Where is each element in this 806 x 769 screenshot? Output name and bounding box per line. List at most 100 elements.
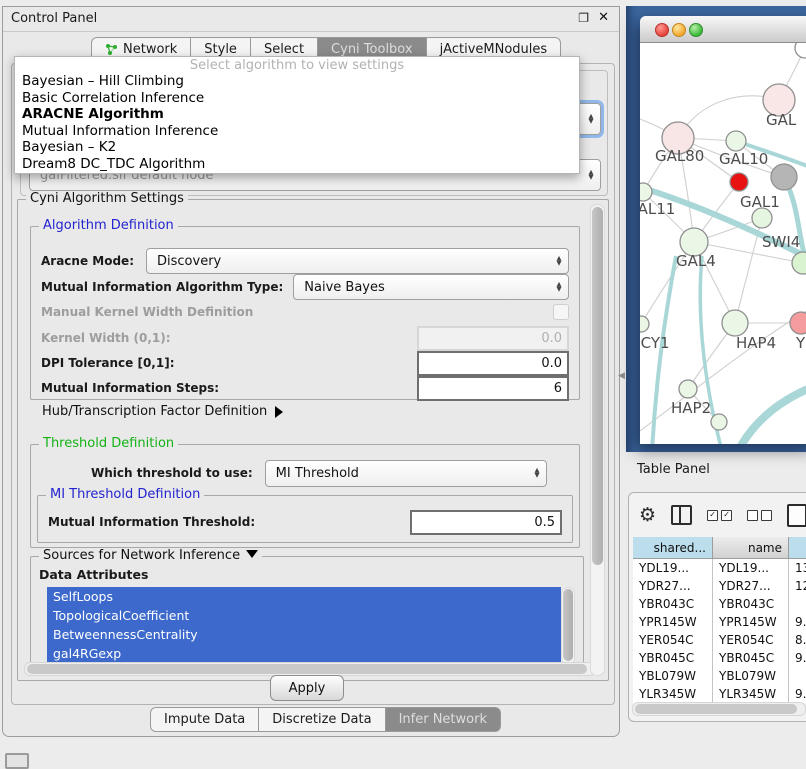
dpi-tolerance-field[interactable]: 0.0 bbox=[417, 351, 569, 376]
network-node[interactable] bbox=[771, 164, 797, 190]
columns-icon[interactable] bbox=[671, 505, 692, 525]
network-window-titlebar[interactable] bbox=[640, 16, 806, 43]
aracne-mode-combo[interactable]: Discovery ▲▼ bbox=[146, 248, 569, 274]
dpi-tolerance-label: DPI Tolerance [0,1]: bbox=[41, 356, 175, 370]
algorithm-dropdown-popup: Select algorithm to view settings Bayesi… bbox=[14, 56, 580, 174]
table-cell: YBR043C bbox=[713, 595, 789, 613]
algorithm-option[interactable]: ARACNE Algorithm bbox=[15, 106, 579, 123]
table-cell: 9. bbox=[789, 613, 806, 631]
table-row[interactable]: YER054CYER054C8. bbox=[633, 631, 806, 649]
node-label: GAL4 bbox=[676, 252, 716, 270]
sources-legend[interactable]: Sources for Network Inference bbox=[39, 548, 262, 563]
table-row[interactable]: YBR043CYBR043C bbox=[633, 595, 806, 613]
network-node-gal1[interactable] bbox=[752, 208, 772, 228]
table-row[interactable]: YDL19...YDL19...13 bbox=[633, 559, 806, 577]
table-cell: YPR145W bbox=[713, 613, 789, 631]
table-row[interactable]: YLR345WYLR345W9. bbox=[633, 685, 806, 703]
network-node-gcy1[interactable] bbox=[640, 316, 649, 332]
algorithm-option[interactable]: Bayesian – Hill Climbing bbox=[15, 73, 579, 90]
table-cell bbox=[789, 595, 806, 613]
float-window-icon[interactable]: ❐ bbox=[578, 11, 589, 25]
gear-icon[interactable]: ⚙ bbox=[639, 505, 656, 525]
which-threshold-combo[interactable]: MI Threshold ▲▼ bbox=[265, 460, 547, 487]
node-label: GAL1 bbox=[740, 193, 780, 211]
mi-threshold-field[interactable]: 0.5 bbox=[410, 510, 562, 535]
mi-algorithm-type-combo[interactable]: Naive Bayes ▲▼ bbox=[293, 274, 569, 300]
column-header[interactable]: shared... bbox=[633, 537, 713, 559]
network-node[interactable] bbox=[795, 43, 806, 58]
network-node-swi4[interactable] bbox=[792, 252, 806, 274]
cyni-algorithm-settings-group: Cyni Algorithm Settings Algorithm Defini… bbox=[17, 199, 609, 681]
mi-steps-field[interactable]: 6 bbox=[417, 376, 569, 401]
algorithm-list: Bayesian – Hill ClimbingBasic Correlatio… bbox=[15, 73, 579, 173]
table-cell: YBR043C bbox=[633, 595, 713, 613]
attributes-scrollbar[interactable] bbox=[561, 587, 575, 665]
mac-zoom-button[interactable] bbox=[689, 23, 703, 37]
combo-stepper-icon: ▲▼ bbox=[550, 249, 568, 273]
apply-button[interactable]: Apply bbox=[270, 675, 344, 701]
table-row[interactable]: YBL079WYBL079W bbox=[633, 667, 806, 685]
network-node-gal10[interactable] bbox=[726, 131, 746, 151]
table-cell: YPR145W bbox=[633, 613, 713, 631]
mac-close-button[interactable] bbox=[655, 23, 669, 37]
threshold-definition-group: Threshold Definition Which threshold to … bbox=[30, 444, 580, 548]
mi-threshold-group: MI Threshold Definition Mutual Informati… bbox=[37, 495, 573, 543]
attribute-item[interactable]: BetweennessCentrality bbox=[47, 625, 561, 644]
combo-stepper-icon: ▲▼ bbox=[582, 104, 600, 134]
cyni-bottom-tabbar: Impute DataDiscretize DataInfer Network bbox=[150, 707, 501, 732]
hub-definition-toggle[interactable]: Hub/Transcription Factor Definition bbox=[42, 404, 283, 419]
column-header[interactable]: name bbox=[713, 537, 789, 559]
algorithm-option[interactable]: Dream8 DC_TDC Algorithm bbox=[15, 156, 579, 173]
table-panel-window: ⚙ ✓✓ shared...nameYDL19...YDL19...13YDR2… bbox=[628, 492, 806, 722]
table-cell: YBR045C bbox=[633, 649, 713, 667]
network-edge-thick[interactable] bbox=[738, 386, 806, 444]
panel-divider-arrow-icon[interactable]: ◀ bbox=[618, 371, 625, 381]
table-row[interactable]: YPR145WYPR145W9. bbox=[633, 613, 806, 631]
network-node-y[interactable] bbox=[790, 312, 806, 334]
network-canvas[interactable]: GALGAL80GAL10GAL11GAL1SWI4GAL4GCY1HAP4YH… bbox=[640, 43, 806, 444]
close-icon[interactable]: ✕ bbox=[598, 10, 609, 25]
combo-stepper-icon: ▲▼ bbox=[582, 160, 600, 190]
bottom-tab-impute-data[interactable]: Impute Data bbox=[150, 707, 259, 732]
network-node[interactable] bbox=[730, 173, 748, 191]
node-label: SWI4 bbox=[762, 233, 800, 251]
network-node[interactable] bbox=[711, 414, 727, 430]
network-node-hap4[interactable] bbox=[722, 310, 748, 336]
table-panel-title: Table Panel bbox=[637, 462, 710, 477]
attribute-item[interactable]: TopologicalCoefficient bbox=[47, 606, 561, 625]
column-header[interactable] bbox=[789, 537, 806, 559]
kernel-width-field[interactable]: 0.0 bbox=[417, 326, 569, 351]
algorithm-option[interactable]: Bayesian – K2 bbox=[15, 139, 579, 156]
function-builder-icon[interactable] bbox=[787, 504, 806, 527]
attribute-item[interactable]: SelfLoops bbox=[47, 587, 561, 606]
manual-kernel-checkbox[interactable] bbox=[553, 304, 569, 320]
network-node-gal11[interactable] bbox=[640, 183, 652, 201]
table-cell: YDR27... bbox=[713, 577, 789, 595]
deselect-all-checkboxes-icon[interactable] bbox=[747, 510, 772, 521]
select-all-checkboxes-icon[interactable]: ✓✓ bbox=[707, 510, 732, 521]
network-tab-icon bbox=[105, 43, 118, 56]
settings-vertical-scrollbar[interactable] bbox=[590, 204, 605, 676]
data-attributes-list[interactable]: SelfLoopsTopologicalCoefficientBetweenne… bbox=[47, 587, 561, 663]
table-cell: YLR345W bbox=[633, 685, 713, 703]
algorithm-option[interactable]: Mutual Information Inference bbox=[15, 123, 579, 140]
bottom-left-panel-icon[interactable] bbox=[5, 753, 29, 769]
table-cell: YBL079W bbox=[633, 667, 713, 685]
which-threshold-label: Which threshold to use: bbox=[91, 466, 253, 480]
node-label: GAL11 bbox=[640, 200, 675, 218]
table-row[interactable]: YDR27...YDR27...12 bbox=[633, 577, 806, 595]
attribute-item[interactable]: gal4RGexp bbox=[47, 644, 561, 663]
node-label: GAL10 bbox=[719, 150, 768, 168]
settings-legend: Cyni Algorithm Settings bbox=[26, 191, 188, 206]
mac-minimize-button[interactable] bbox=[672, 23, 686, 37]
table-horizontal-scrollbar[interactable] bbox=[632, 702, 806, 716]
bottom-tab-infer-network[interactable]: Infer Network bbox=[386, 707, 501, 732]
algorithm-option[interactable]: Basic Correlation Inference bbox=[15, 90, 579, 107]
table-cell: YER054C bbox=[633, 631, 713, 649]
table-row[interactable]: YBR045CYBR045C9. bbox=[633, 649, 806, 667]
combo-stepper-icon: ▲▼ bbox=[550, 275, 568, 299]
settings-horizontal-scrollbar[interactable] bbox=[24, 662, 596, 676]
bottom-tab-discretize-data[interactable]: Discretize Data bbox=[259, 707, 385, 732]
network-node-hap2[interactable] bbox=[679, 380, 697, 398]
node-label: HAP2 bbox=[671, 399, 711, 417]
